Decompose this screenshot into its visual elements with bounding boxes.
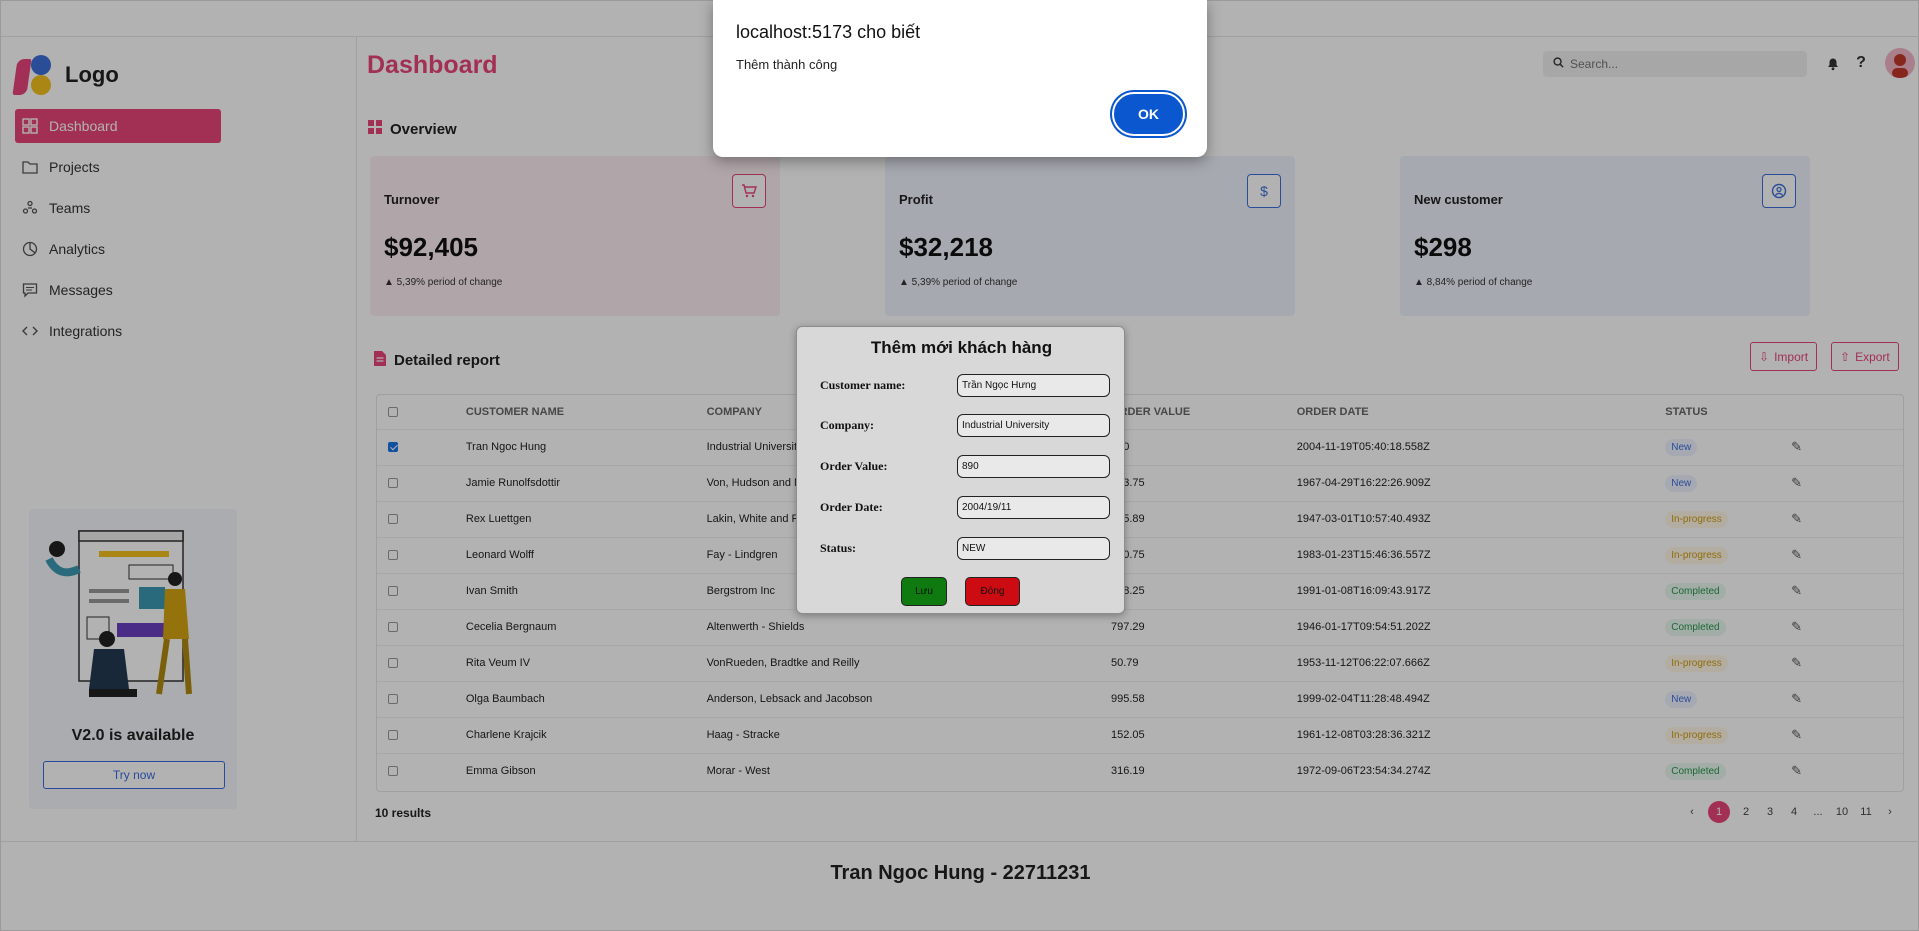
- company-row: Company:: [820, 412, 1110, 438]
- order-value-row: Order Value:: [820, 453, 1110, 479]
- modal-title: Thêm mới khách hàng: [870, 338, 1053, 357]
- order-date-field[interactable]: [957, 495, 1110, 519]
- alert-origin: localhost:5173 cho biết: [736, 22, 921, 42]
- status-label: Status:: [820, 540, 857, 555]
- status-row: Status:: [820, 535, 1110, 561]
- order-date-row: Order Date:: [820, 494, 1110, 520]
- alert-message: Thêm thành công: [736, 57, 838, 72]
- company-field[interactable]: [957, 413, 1110, 437]
- order-date-label: Order Date:: [820, 499, 883, 514]
- alert-dialog: localhost:5173 cho biết Thêm thành công …: [713, 0, 1207, 157]
- customer-name-field[interactable]: [957, 373, 1110, 397]
- add-customer-modal: Thêm mới khách hàng Customer name: Compa…: [796, 326, 1125, 614]
- ok-button[interactable]: OK: [1112, 92, 1185, 136]
- close-button[interactable]: Đóng: [965, 577, 1020, 606]
- status-field[interactable]: [957, 536, 1110, 560]
- company-label: Company:: [820, 417, 875, 432]
- customer-name-label: Customer name:: [820, 377, 906, 392]
- order-value-label: Order Value:: [820, 458, 888, 473]
- customer-name-row: Customer name:: [820, 372, 1110, 398]
- save-button[interactable]: Lưu: [901, 577, 947, 606]
- order-value-field[interactable]: [957, 454, 1110, 478]
